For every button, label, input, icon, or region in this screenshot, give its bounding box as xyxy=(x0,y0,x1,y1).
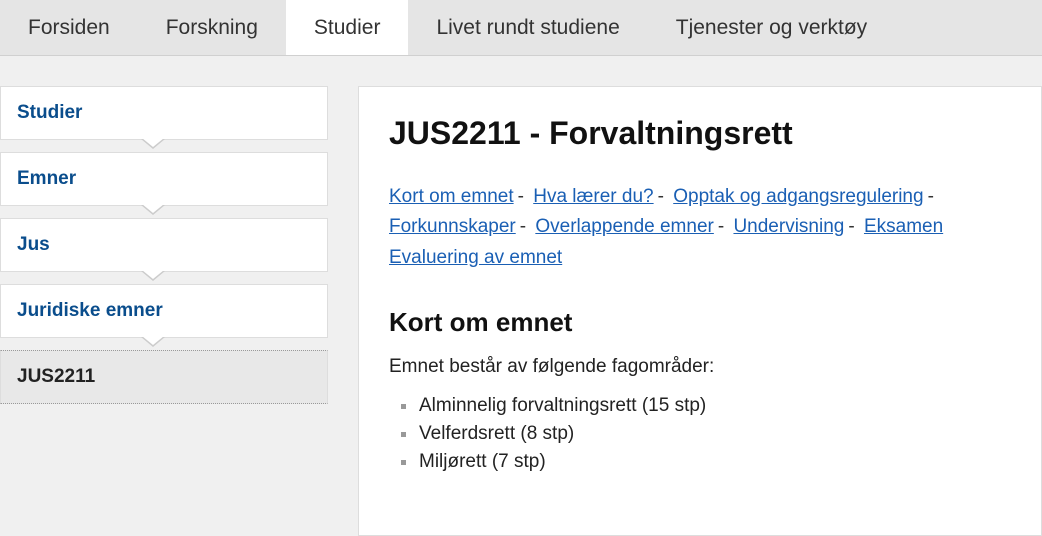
separator: - xyxy=(654,186,668,207)
anchor-evaluering[interactable]: Evaluering av emnet xyxy=(389,247,562,268)
tab-label: Livet rundt studiene xyxy=(436,16,619,40)
breadcrumb-link[interactable]: Jus xyxy=(17,234,50,255)
list-item: Velferdsrett (8 stp) xyxy=(401,420,1011,448)
chevron-down-icon xyxy=(141,337,165,347)
tab-studier[interactable]: Studier xyxy=(286,0,409,55)
tab-label: Studier xyxy=(314,16,381,40)
breadcrumb-jus[interactable]: Jus xyxy=(0,218,328,272)
anchor-overlappende[interactable]: Overlappende emner xyxy=(535,216,714,237)
breadcrumb-emner[interactable]: Emner xyxy=(0,152,328,206)
breadcrumb-link[interactable]: Juridiske emner xyxy=(17,300,163,321)
anchor-kort-om-emnet[interactable]: Kort om emnet xyxy=(389,186,514,207)
tab-forskning[interactable]: Forskning xyxy=(138,0,286,55)
top-navigation: Forsiden Forskning Studier Livet rundt s… xyxy=(0,0,1042,56)
breadcrumb-link[interactable]: Emner xyxy=(17,168,76,189)
chevron-down-icon xyxy=(141,205,165,215)
separator: - xyxy=(516,216,530,237)
bullet-list: Alminnelig forvaltningsrett (15 stp) Vel… xyxy=(389,392,1011,476)
tab-livet-rundt[interactable]: Livet rundt studiene xyxy=(408,0,647,55)
breadcrumb-current: JUS2211 xyxy=(0,350,328,404)
breadcrumb-current-label: JUS2211 xyxy=(17,366,95,387)
tab-label: Tjenester og verktøy xyxy=(676,16,867,40)
chevron-down-icon xyxy=(141,139,165,149)
breadcrumb-studier[interactable]: Studier xyxy=(0,86,328,140)
separator: - xyxy=(714,216,728,237)
breadcrumb-link[interactable]: Studier xyxy=(17,102,82,123)
tab-forsiden[interactable]: Forsiden xyxy=(0,0,138,55)
chevron-down-icon xyxy=(141,271,165,281)
list-item: Miljørett (7 stp) xyxy=(401,448,1011,476)
tab-label: Forskning xyxy=(166,16,258,40)
anchor-opptak[interactable]: Opptak og adgangsregulering xyxy=(673,186,923,207)
breadcrumb-sidebar: Studier Emner Jus Juridiske emner JUS221… xyxy=(0,86,328,536)
anchor-hva-laerer-du[interactable]: Hva lærer du? xyxy=(533,186,653,207)
separator: - xyxy=(924,186,938,207)
breadcrumb-juridiske-emner[interactable]: Juridiske emner xyxy=(0,284,328,338)
list-item: Alminnelig forvaltningsrett (15 stp) xyxy=(401,392,1011,420)
tab-tjenester[interactable]: Tjenester og verktøy xyxy=(648,0,895,55)
separator: - xyxy=(514,186,528,207)
main-content: JUS2211 - Forvaltningsrett Kort om emnet… xyxy=(358,86,1042,536)
section-intro: Emnet består av følgende fagområder: xyxy=(389,356,1011,378)
tab-label: Forsiden xyxy=(28,16,110,40)
anchor-undervisning[interactable]: Undervisning xyxy=(733,216,844,237)
anchor-eksamen[interactable]: Eksamen xyxy=(864,216,943,237)
section-heading: Kort om emnet xyxy=(389,307,1011,338)
page-title: JUS2211 - Forvaltningsrett xyxy=(389,115,1011,152)
content-wrapper: Studier Emner Jus Juridiske emner JUS221… xyxy=(0,56,1042,536)
anchor-links: Kort om emnet- Hva lærer du?- Opptak og … xyxy=(389,182,1011,273)
separator: - xyxy=(844,216,858,237)
anchor-forkunnskaper[interactable]: Forkunnskaper xyxy=(389,216,516,237)
